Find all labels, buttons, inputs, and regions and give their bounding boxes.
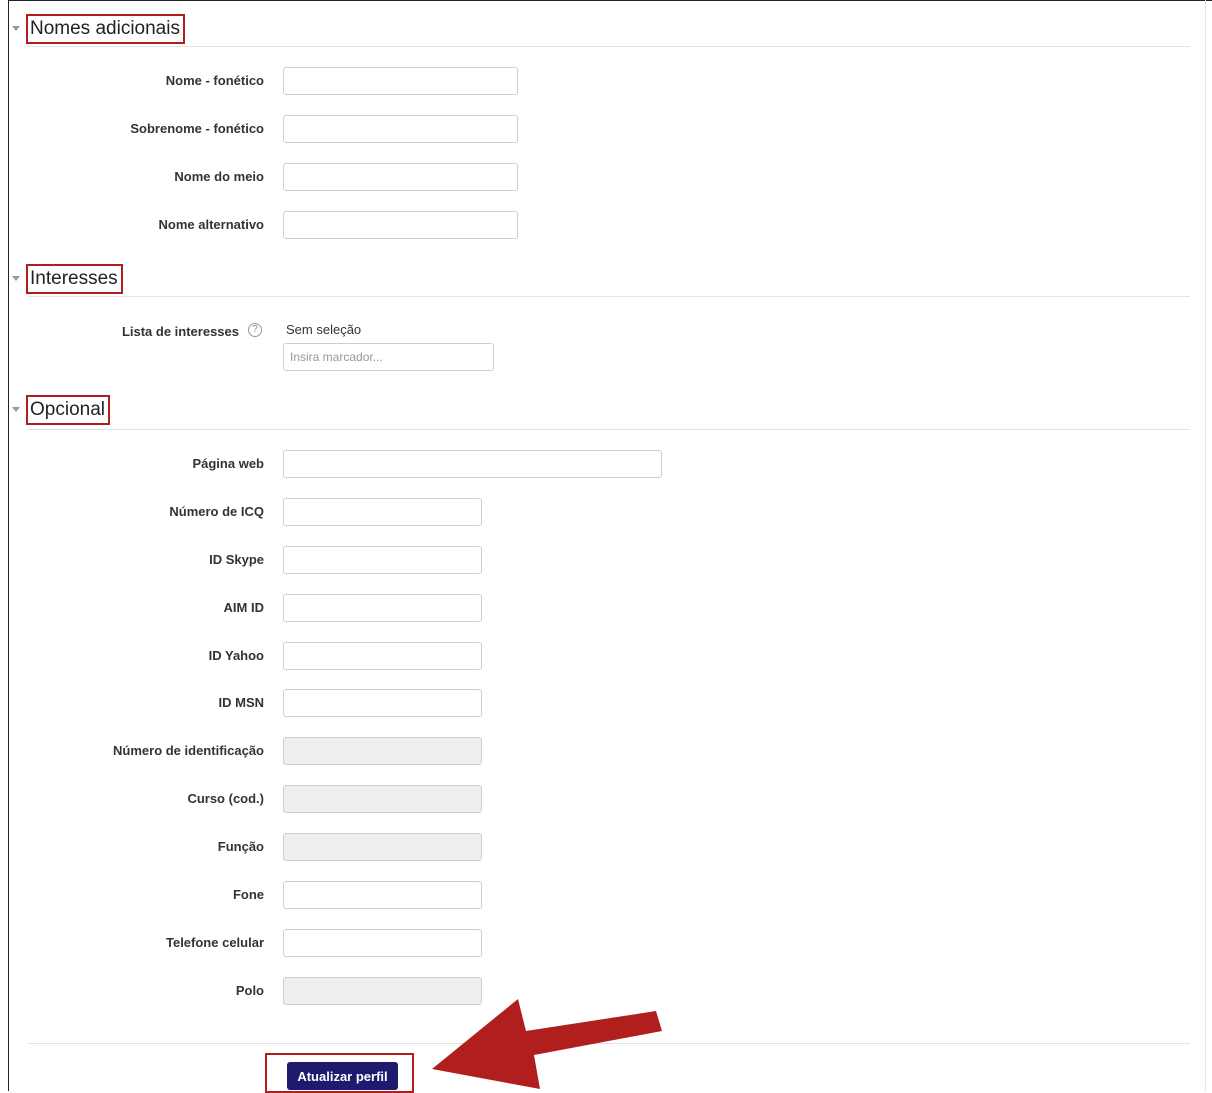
firstname-phonetic-input[interactable]	[283, 67, 518, 95]
tag-input[interactable]	[283, 343, 494, 371]
section-title: Interesses	[26, 264, 123, 294]
red-arrow-icon	[432, 999, 662, 1089]
page-border-left	[8, 0, 9, 1091]
update-profile-button[interactable]: Atualizar perfil	[287, 1062, 398, 1090]
course-code-input	[283, 785, 482, 813]
field-label: ID Yahoo	[208, 648, 264, 663]
field-label: Lista de interesses	[121, 324, 239, 339]
field-label: Curso (cod.)	[187, 791, 264, 806]
help-icon[interactable]: ?	[248, 323, 262, 337]
phone-input[interactable]	[283, 881, 482, 909]
field-label: Nome - fonético	[165, 73, 264, 88]
field-label: Página web	[192, 456, 264, 471]
section-divider	[28, 429, 1190, 430]
collapse-caret-icon[interactable]	[12, 26, 20, 31]
field-label: Número de ICQ	[169, 504, 264, 519]
section-divider	[28, 296, 1190, 297]
page-border-top	[8, 0, 1212, 1]
field-label: Função	[217, 839, 264, 854]
field-label: Telefone celular	[165, 935, 264, 950]
field-label: Nome do meio	[174, 169, 264, 184]
alternatename-input[interactable]	[283, 211, 518, 239]
aim-input[interactable]	[283, 594, 482, 622]
field-label: ID Skype	[209, 552, 264, 567]
field-label: Sobrenome - fonético	[130, 121, 264, 136]
icq-input[interactable]	[283, 498, 482, 526]
lastname-phonetic-input[interactable]	[283, 115, 518, 143]
skype-input[interactable]	[283, 546, 482, 574]
field-label: Polo	[235, 983, 264, 998]
msn-input[interactable]	[283, 689, 482, 717]
mobile-phone-input[interactable]	[283, 929, 482, 957]
field-label: Nome alternativo	[158, 217, 264, 232]
scrollbar-track[interactable]	[1205, 0, 1206, 1091]
field-label: AIM ID	[223, 600, 264, 615]
idnumber-input	[283, 737, 482, 765]
webpage-input[interactable]	[283, 450, 662, 478]
collapse-caret-icon[interactable]	[12, 276, 20, 281]
field-label: ID MSN	[218, 695, 265, 710]
collapse-caret-icon[interactable]	[12, 407, 20, 412]
tag-selection-status: Sem seleção	[286, 322, 362, 337]
field-label: Número de identificação	[113, 743, 264, 758]
field-label: Fone	[232, 887, 264, 902]
yahoo-input[interactable]	[283, 642, 482, 670]
middlename-input[interactable]	[283, 163, 518, 191]
section-title: Nomes adicionais	[26, 14, 185, 44]
section-divider	[28, 46, 1190, 47]
role-input	[283, 833, 482, 861]
section-title: Opcional	[26, 395, 110, 425]
